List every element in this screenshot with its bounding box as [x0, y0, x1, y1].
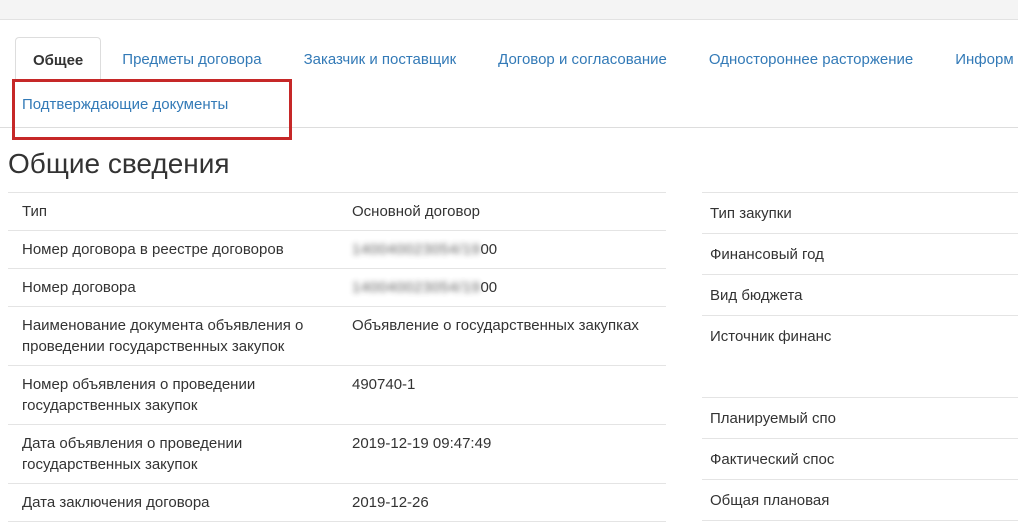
- row-value-redacted: 140040023054/1900: [352, 277, 666, 298]
- top-gray-bar: [0, 0, 1018, 20]
- redacted-suffix: 00: [480, 279, 497, 296]
- redacted-text: 140040023054/19: [352, 279, 480, 296]
- redacted-text: 140040023054/19: [352, 241, 480, 258]
- table-row-registry-number: Номер договора в реестре договоров 14004…: [8, 230, 666, 268]
- tabs-row-1: Общее Предметы договора Заказчик и поста…: [8, 37, 1018, 82]
- table-row-conclusion-date: Дата заключения договора 2019-12-26: [8, 483, 666, 521]
- tab-supporting-documents[interactable]: Подтверждающие документы: [22, 96, 228, 113]
- row-value: 2019-12-19 09:47:49: [352, 433, 666, 475]
- contract-tabs-nav: Общее Предметы договора Заказчик и поста…: [0, 37, 1018, 128]
- tab-customer-supplier[interactable]: Заказчик и поставщик: [283, 37, 478, 82]
- contract-details-page: { "topbar": {}, "tabs": { "row1": [ { "l…: [0, 0, 1018, 530]
- row-label: Дата заключения договора: [8, 492, 352, 513]
- table-row-announcement-date: Дата объявления о проведении государстве…: [8, 424, 666, 483]
- side-row-purchase-type: Тип закупки: [702, 192, 1018, 233]
- side-row-fiscal-year: Финансовый год: [702, 233, 1018, 274]
- tab-inform-truncated[interactable]: Информ: [934, 37, 1018, 82]
- row-label: Дата объявления о проведении государстве…: [8, 433, 352, 475]
- table-row-type: Тип Основной договор: [8, 192, 666, 230]
- row-label: Номер договора: [8, 277, 352, 298]
- row-value: 2019-12-26: [352, 492, 666, 513]
- table-row-announcement-number: Номер объявления о проведении государств…: [8, 365, 666, 424]
- table-row-contract-number: Номер договора 140040023054/1900: [8, 268, 666, 306]
- row-value: Объявление о государственных закупках: [352, 315, 666, 357]
- tab-general[interactable]: Общее: [15, 37, 101, 82]
- side-row-financing-source: Источник финанс: [702, 315, 1018, 397]
- tabs-row-2: Подтверждающие документы: [8, 82, 1018, 127]
- side-row-budget-kind: Вид бюджета: [702, 274, 1018, 315]
- row-value-redacted: 140040023054/1900: [352, 239, 666, 260]
- tab-unilateral-termination[interactable]: Одностороннее расторжение: [688, 37, 934, 82]
- row-value: 490740-1: [352, 374, 666, 416]
- page-title: Общие сведения: [8, 149, 1018, 179]
- row-label: Номер объявления о проведении государств…: [8, 374, 352, 416]
- row-label: Номер договора в реестре договоров: [8, 239, 352, 260]
- table-row-announcement-doc-name: Наименование документа объявления о пров…: [8, 306, 666, 365]
- side-row-total-planned: Общая плановая: [702, 479, 1018, 520]
- tab-contract-subjects[interactable]: Предметы договора: [101, 37, 282, 82]
- side-row-actual-method: Фактический спос: [702, 438, 1018, 479]
- main-content: Тип Основной договор Номер договора в ре…: [0, 192, 1018, 522]
- general-details-table: Тип Основной договор Номер договора в ре…: [8, 192, 666, 522]
- redacted-suffix: 00: [480, 241, 497, 258]
- side-details-table: Тип закупки Финансовый год Вид бюджета И…: [702, 192, 1018, 521]
- row-label: Наименование документа объявления о пров…: [8, 315, 352, 357]
- row-label: Тип: [8, 201, 352, 222]
- side-row-planned-method: Планируемый спо: [702, 397, 1018, 438]
- row-value: Основной договор: [352, 201, 666, 222]
- tab-contract-approval[interactable]: Договор и согласование: [477, 37, 688, 82]
